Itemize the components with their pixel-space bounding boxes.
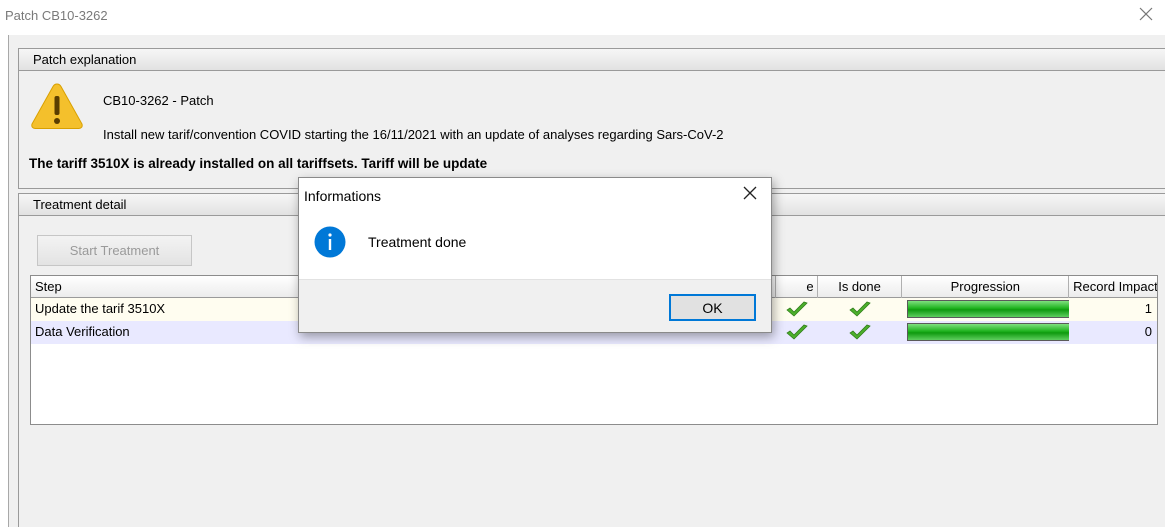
- patch-notice: The tariff 3510X is already installed on…: [29, 156, 488, 171]
- dialog-title: Informations: [304, 188, 382, 204]
- check-icon: [849, 301, 871, 317]
- is-done-cell: [818, 298, 903, 321]
- window-close-icon[interactable]: [1139, 7, 1153, 21]
- record-impacted-cell: 0: [1144, 324, 1152, 339]
- window-title: Patch CB10-3262: [5, 8, 108, 23]
- warning-icon: [31, 83, 83, 129]
- column-header-is-done[interactable]: Is done: [818, 276, 903, 298]
- is-done-cell: [818, 321, 903, 344]
- progress-bar: [907, 300, 1070, 318]
- patch-explanation-header: Patch explanation: [19, 49, 1165, 71]
- column-header-record-impacted[interactable]: Record Impacted: [1069, 276, 1157, 298]
- patch-description: Install new tarif/convention COVID start…: [103, 127, 724, 142]
- dialog-close-icon[interactable]: [743, 186, 757, 200]
- column-header-progression[interactable]: Progression: [902, 276, 1070, 298]
- check-icon: [849, 324, 871, 340]
- dialog-footer: OK: [299, 279, 771, 332]
- patch-title: CB10-3262 - Patch: [103, 93, 214, 108]
- progress-bar: [907, 323, 1070, 341]
- done-cell: [776, 298, 818, 321]
- ok-button[interactable]: OK: [669, 294, 756, 321]
- info-icon: [314, 226, 346, 258]
- done-cell: [776, 321, 818, 344]
- column-header-done[interactable]: e: [776, 276, 818, 298]
- check-icon: [785, 301, 808, 317]
- patch-explanation-panel: Patch explanation CB10-3262 - Patch Inst…: [18, 48, 1165, 189]
- progress-bar-fill: [908, 301, 1070, 317]
- start-treatment-button[interactable]: Start Treatment: [37, 235, 192, 266]
- information-dialog: Informations Treatment done OK: [298, 177, 772, 333]
- record-impacted-cell: 1: [1144, 301, 1152, 316]
- progression-cell: [902, 298, 1070, 321]
- dialog-message: Treatment done: [368, 234, 467, 250]
- check-icon: [785, 324, 808, 340]
- progress-bar-fill: [908, 324, 1070, 340]
- progression-cell: [902, 321, 1070, 344]
